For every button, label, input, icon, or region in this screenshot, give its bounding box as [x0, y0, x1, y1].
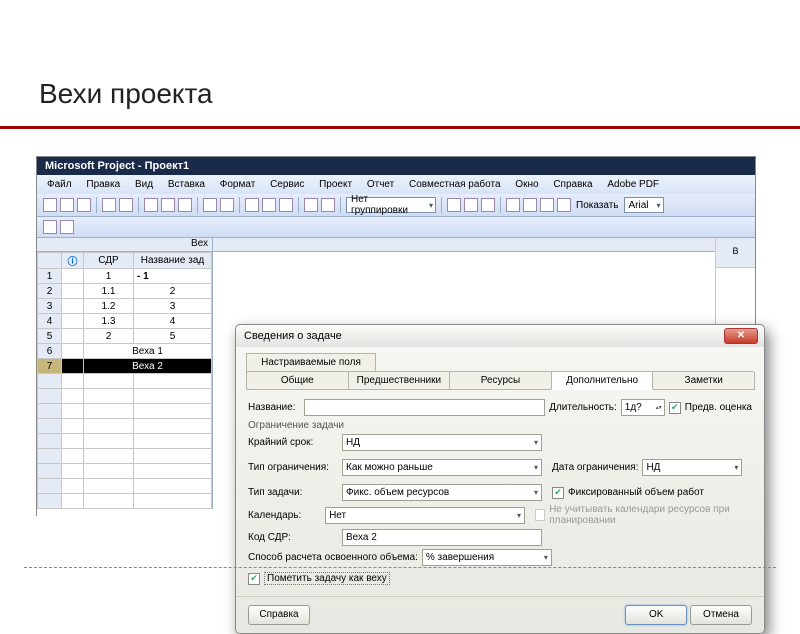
msproject-window: Microsoft Project - Проект1 Файл Правка …: [36, 156, 756, 516]
new-icon[interactable]: [43, 198, 57, 212]
font-combo[interactable]: Arial: [624, 197, 664, 213]
paste-icon[interactable]: [178, 198, 192, 212]
wbs-label: Код СДР:: [248, 532, 338, 543]
name-input[interactable]: [304, 399, 545, 416]
preview-icon[interactable]: [119, 198, 133, 212]
menu-insert[interactable]: Вставка: [162, 177, 211, 192]
fixed-work-checkbox[interactable]: ✔: [552, 487, 564, 499]
ctype-combo[interactable]: Как можно раньше: [342, 459, 542, 476]
milestone-label: Пометить задачу как веху: [264, 572, 390, 585]
indent-icon[interactable]: [523, 198, 537, 212]
toolbar-standard: Нет группировки Показать Arial: [37, 194, 755, 217]
app-titlebar: Microsoft Project - Проект1: [37, 157, 755, 175]
save-icon[interactable]: [77, 198, 91, 212]
menu-project[interactable]: Проект: [313, 177, 358, 192]
help-icon[interactable]: [481, 198, 495, 212]
undo-icon[interactable]: [203, 198, 217, 212]
expand-icon[interactable]: [557, 198, 571, 212]
col-info[interactable]: ⓘ: [62, 253, 84, 269]
deadline-label: Крайний срок:: [248, 437, 338, 448]
collapse-icon[interactable]: [540, 198, 554, 212]
menu-window[interactable]: Окно: [509, 177, 544, 192]
name-label: Название:: [248, 402, 300, 413]
toolbar-pdf: [37, 217, 755, 238]
ignore-rcal-checkbox: [535, 509, 545, 521]
duration-spin[interactable]: 1д?: [621, 399, 665, 416]
task-grid[interactable]: ⓘ СДР Название зад 11- 1 21.12 31.23 41.…: [37, 252, 212, 509]
dashed-line: [24, 567, 776, 568]
ev-label: Способ расчета освоенного объема:: [248, 552, 418, 563]
tab-predecessors[interactable]: Предшественники: [348, 372, 451, 390]
fixed-work-label: Фиксированный объем работ: [568, 487, 704, 498]
menu-bar: Файл Правка Вид Вставка Формат Сервис Пр…: [37, 175, 755, 194]
constraint-section: Ограничение задачи: [248, 420, 752, 431]
help-button[interactable]: Справка: [248, 605, 310, 625]
goto-icon[interactable]: [464, 198, 478, 212]
unlink-icon[interactable]: [262, 198, 276, 212]
ctype-label: Тип ограничения:: [248, 462, 338, 473]
menu-tools[interactable]: Сервис: [264, 177, 310, 192]
menu-format[interactable]: Формат: [214, 177, 262, 192]
selected-row[interactable]: 7Веха 2: [38, 359, 212, 374]
show-label[interactable]: Показать: [574, 200, 621, 211]
info-icon[interactable]: [304, 198, 318, 212]
ttype-combo[interactable]: Фикс. объем ресурсов: [342, 484, 542, 501]
cdate-label: Дата ограничения:: [552, 462, 638, 473]
divider-red: [0, 126, 800, 129]
menu-view[interactable]: Вид: [129, 177, 159, 192]
menu-adobe[interactable]: Adobe PDF: [601, 177, 665, 192]
link-icon[interactable]: [245, 198, 259, 212]
cdate-combo[interactable]: НД: [642, 459, 742, 476]
work-area: Вех ⓘ СДР Название зад 11- 1 21.12 31.: [37, 238, 755, 538]
menu-edit[interactable]: Правка: [80, 177, 126, 192]
ignore-rcal-label: Не учитывать календари ресурсов при план…: [549, 504, 752, 526]
menu-collab[interactable]: Совместная работа: [403, 177, 507, 192]
ev-combo[interactable]: % завершения: [422, 549, 552, 566]
pdf-mail-icon[interactable]: [60, 220, 74, 234]
dialog-title: Сведения о задаче ✕: [236, 325, 764, 347]
duration-label: Длительность:: [549, 402, 617, 413]
split-caption: Вех: [37, 238, 212, 252]
tab-resources[interactable]: Ресурсы: [449, 372, 552, 390]
col-sdr[interactable]: СДР: [84, 253, 134, 269]
calendar-label: Календарь:: [248, 510, 321, 521]
group-combo[interactable]: Нет группировки: [346, 197, 436, 213]
split-icon[interactable]: [279, 198, 293, 212]
deadline-combo[interactable]: НД: [342, 434, 542, 451]
prelim-checkbox[interactable]: ✔: [669, 402, 681, 414]
menu-help[interactable]: Справка: [547, 177, 598, 192]
task-info-dialog: Сведения о задаче ✕ Настраиваемые поля О…: [235, 324, 765, 634]
print-icon[interactable]: [102, 198, 116, 212]
pdf-icon[interactable]: [43, 220, 57, 234]
cancel-button[interactable]: Отмена: [690, 605, 752, 625]
ok-button[interactable]: OK: [625, 605, 687, 625]
prelim-label: Предв. оценка: [685, 402, 752, 413]
ttype-label: Тип задачи:: [248, 487, 338, 498]
outdent-icon[interactable]: [506, 198, 520, 212]
close-icon[interactable]: ✕: [724, 328, 758, 344]
cut-icon[interactable]: [144, 198, 158, 212]
slide-title: Вехи проекта: [39, 78, 749, 110]
tab-custom-fields[interactable]: Настраиваемые поля: [246, 353, 376, 372]
open-icon[interactable]: [60, 198, 74, 212]
col-name[interactable]: Название зад: [134, 253, 212, 269]
copy-icon[interactable]: [161, 198, 175, 212]
menu-file[interactable]: Файл: [41, 177, 78, 192]
notes-icon[interactable]: [321, 198, 335, 212]
calendar-combo[interactable]: Нет: [325, 507, 525, 524]
redo-icon[interactable]: [220, 198, 234, 212]
zoom-icon[interactable]: [447, 198, 461, 212]
wbs-input[interactable]: [342, 529, 542, 546]
milestone-checkbox[interactable]: ✔: [248, 573, 260, 585]
tab-general[interactable]: Общие: [246, 372, 349, 390]
tab-notes[interactable]: Заметки: [652, 372, 755, 390]
menu-report[interactable]: Отчет: [361, 177, 400, 192]
tab-advanced[interactable]: Дополнительно: [551, 372, 654, 390]
